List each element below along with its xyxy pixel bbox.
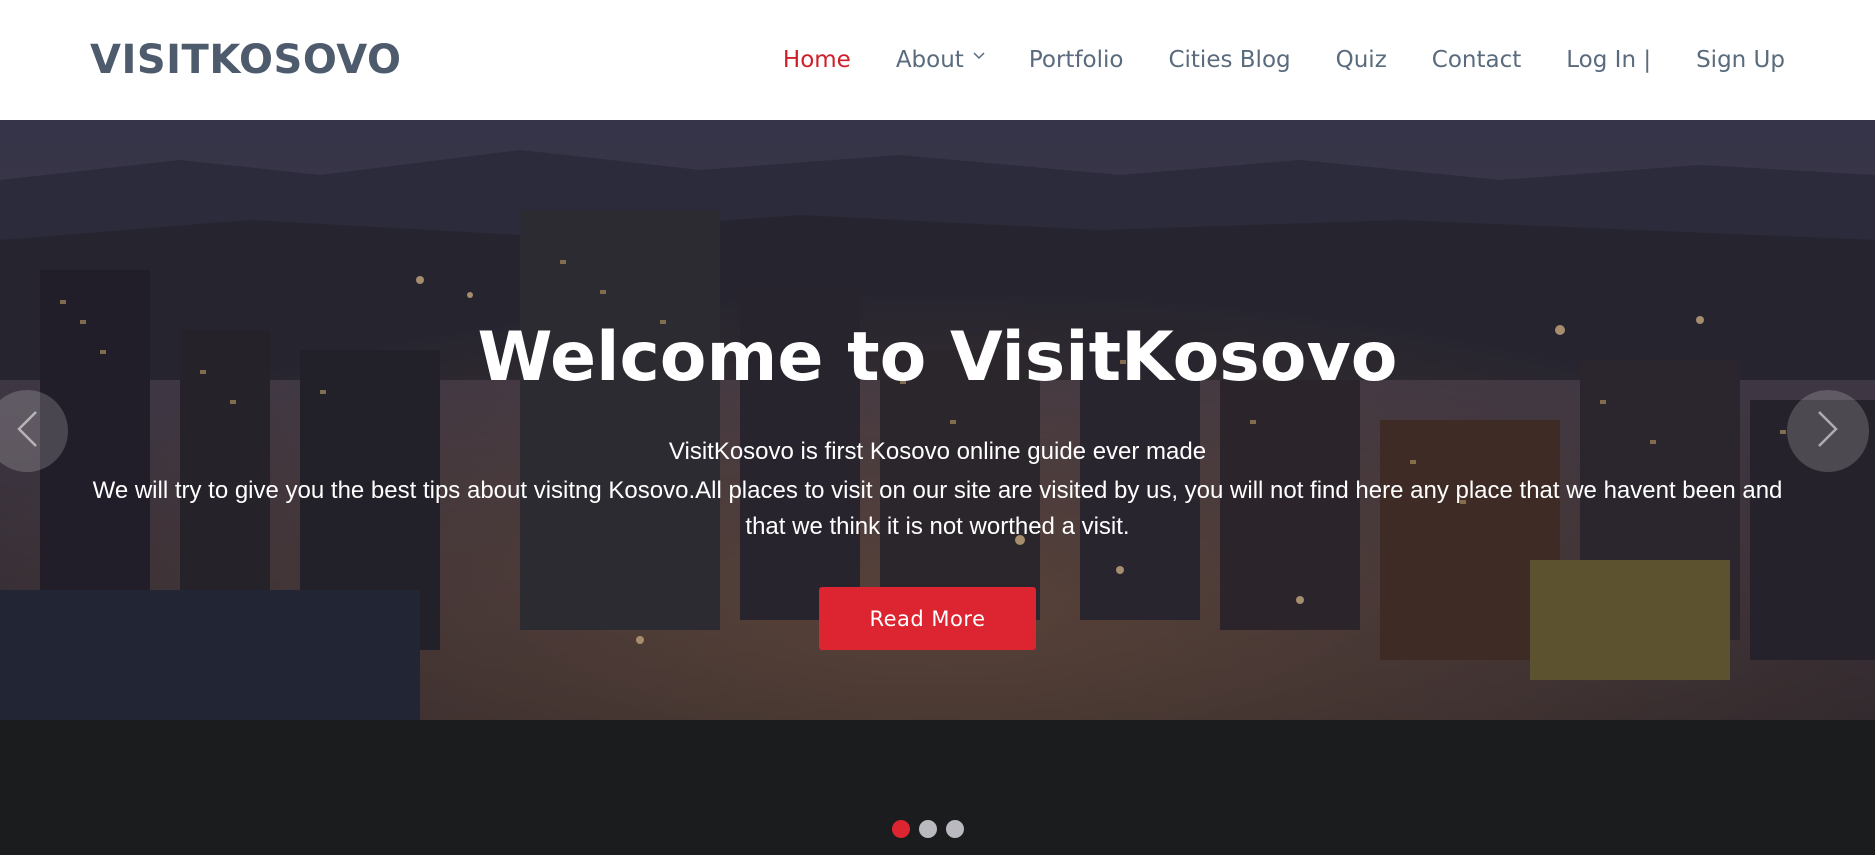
site-logo[interactable]: VISITKOSOVO xyxy=(90,37,402,83)
carousel-dot-2[interactable] xyxy=(919,820,937,838)
read-more-button[interactable]: Read More xyxy=(819,587,1036,650)
site-header: VISITKOSOVO Home About Portfolio Cities … xyxy=(0,0,1875,120)
chevron-down-icon xyxy=(973,51,985,63)
carousel-dot-3[interactable] xyxy=(946,820,964,838)
nav-quiz[interactable]: Quiz xyxy=(1336,47,1387,73)
carousel-next-button[interactable] xyxy=(1787,390,1869,472)
chevron-left-icon xyxy=(16,410,38,452)
main-nav: Home About Portfolio Cities Blog Quiz Co… xyxy=(738,47,1785,73)
nav-cities-blog[interactable]: Cities Blog xyxy=(1168,47,1290,73)
nav-contact[interactable]: Contact xyxy=(1432,47,1521,73)
nav-signup[interactable]: Sign Up xyxy=(1696,47,1785,73)
hero-description: We will try to give you the best tips ab… xyxy=(92,477,1783,540)
nav-about[interactable]: About xyxy=(895,47,985,73)
nav-about-label: About xyxy=(895,47,964,73)
hero-lead: VisitKosovo is first Kosovo online guide… xyxy=(668,438,1207,465)
hero-content: Welcome to VisitKosovo VisitKosovo is fi… xyxy=(0,120,1875,855)
chevron-right-icon xyxy=(1817,410,1839,452)
nav-login[interactable]: Log In | xyxy=(1566,47,1651,73)
carousel-indicators xyxy=(892,820,964,838)
hero-carousel: Welcome to VisitKosovo VisitKosovo is fi… xyxy=(0,120,1875,855)
nav-home[interactable]: Home xyxy=(783,47,851,73)
carousel-dot-1[interactable] xyxy=(892,820,910,838)
hero-title: Welcome to VisitKosovo xyxy=(477,318,1398,397)
nav-portfolio[interactable]: Portfolio xyxy=(1029,47,1124,73)
